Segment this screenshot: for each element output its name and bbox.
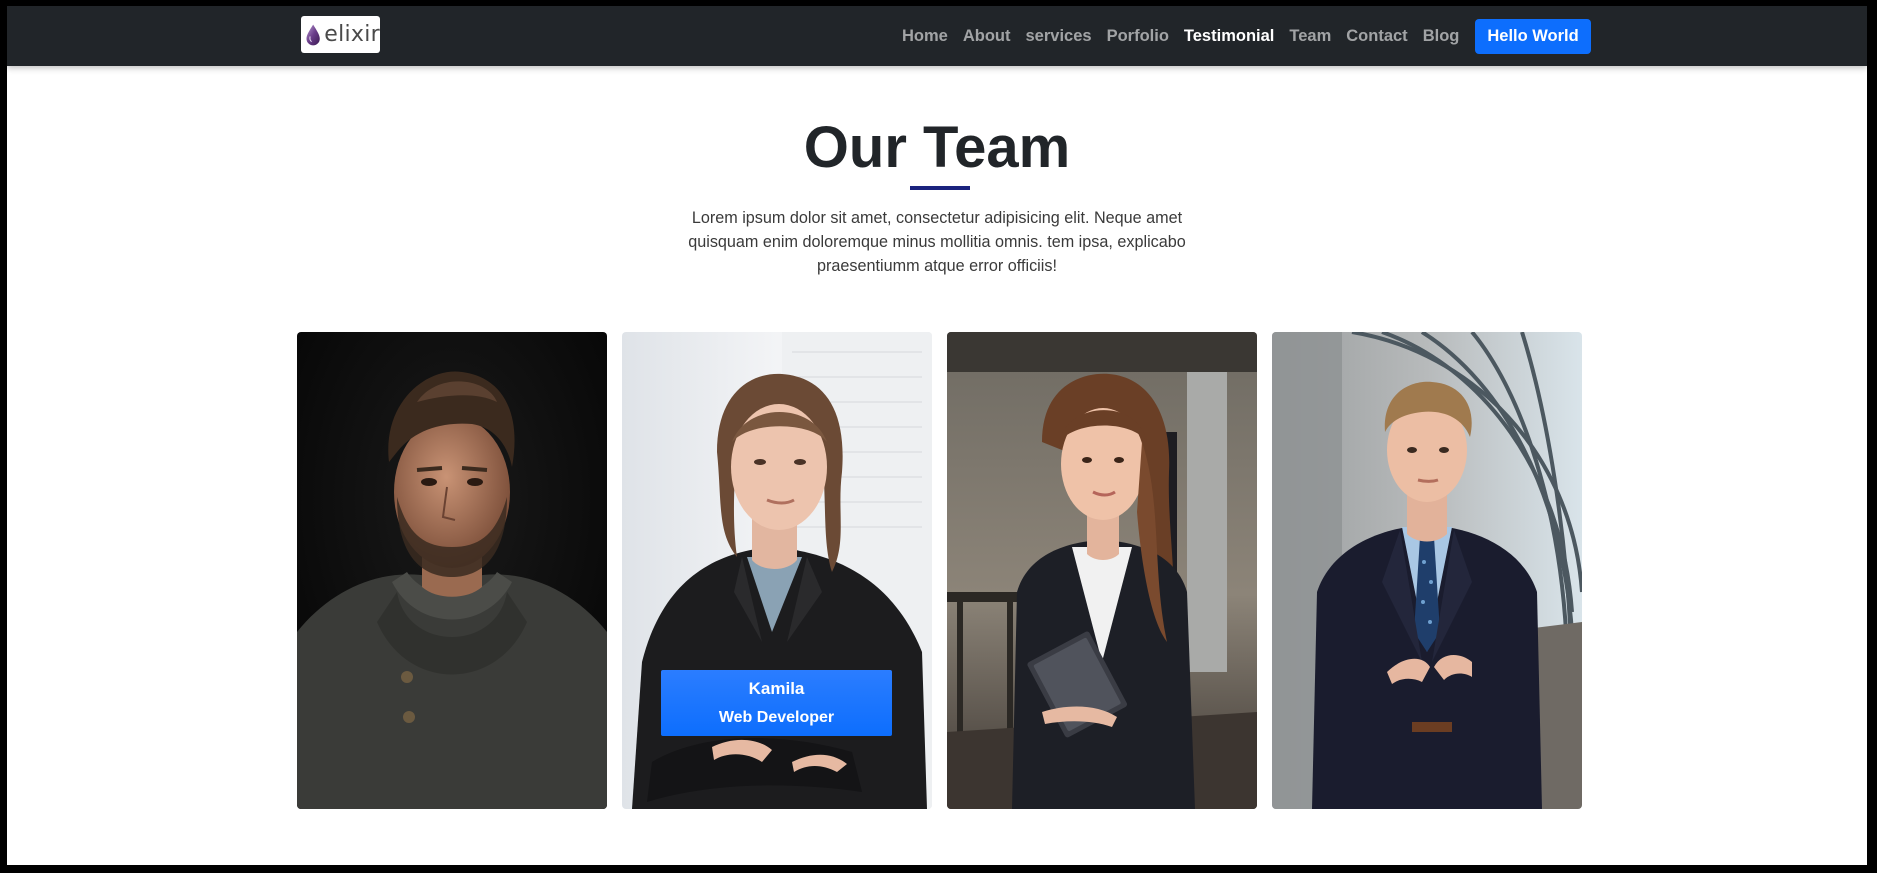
team-card[interactable] [1272,332,1582,809]
section-title: Our Team [803,115,1071,180]
nav-link-contact[interactable]: Contact [1346,27,1407,46]
section-description: Lorem ipsum dolor sit amet, consectetur … [688,209,1186,275]
brand-name: elixir [324,22,380,47]
nav-link-portfolio[interactable]: Porfolio [1107,27,1169,46]
nav-link-testimonial[interactable]: Testimonial [1184,27,1274,46]
team-card[interactable] [947,332,1257,809]
nav-link-services[interactable]: services [1026,27,1092,46]
member-role: Web Developer [718,709,835,726]
drop-icon [306,24,320,45]
hello-world-button[interactable]: Hello World [1475,18,1591,54]
navbar: elixir Home About services Porfolio Test… [7,6,1867,66]
member-caption: Kamila Web Developer [661,670,892,736]
title-underline [910,186,970,190]
member-name: Kamila [748,679,805,698]
team-card[interactable] [297,332,607,809]
page: elixir Home About services Porfolio Test… [7,6,1867,865]
nav-link-home[interactable]: Home [902,27,948,46]
brand-logo[interactable]: elixir [301,16,380,53]
team-card[interactable]: Kamila Web Developer [622,332,932,809]
team-photo [622,332,932,809]
team-photo [1272,332,1582,809]
team-photo [297,332,607,809]
nav-menu: Home About services Porfolio Testimonial… [902,6,1591,66]
nav-link-team[interactable]: Team [1289,27,1331,46]
team-photo [947,332,1257,809]
nav-link-about[interactable]: About [963,27,1011,46]
nav-link-blog[interactable]: Blog [1423,27,1460,46]
